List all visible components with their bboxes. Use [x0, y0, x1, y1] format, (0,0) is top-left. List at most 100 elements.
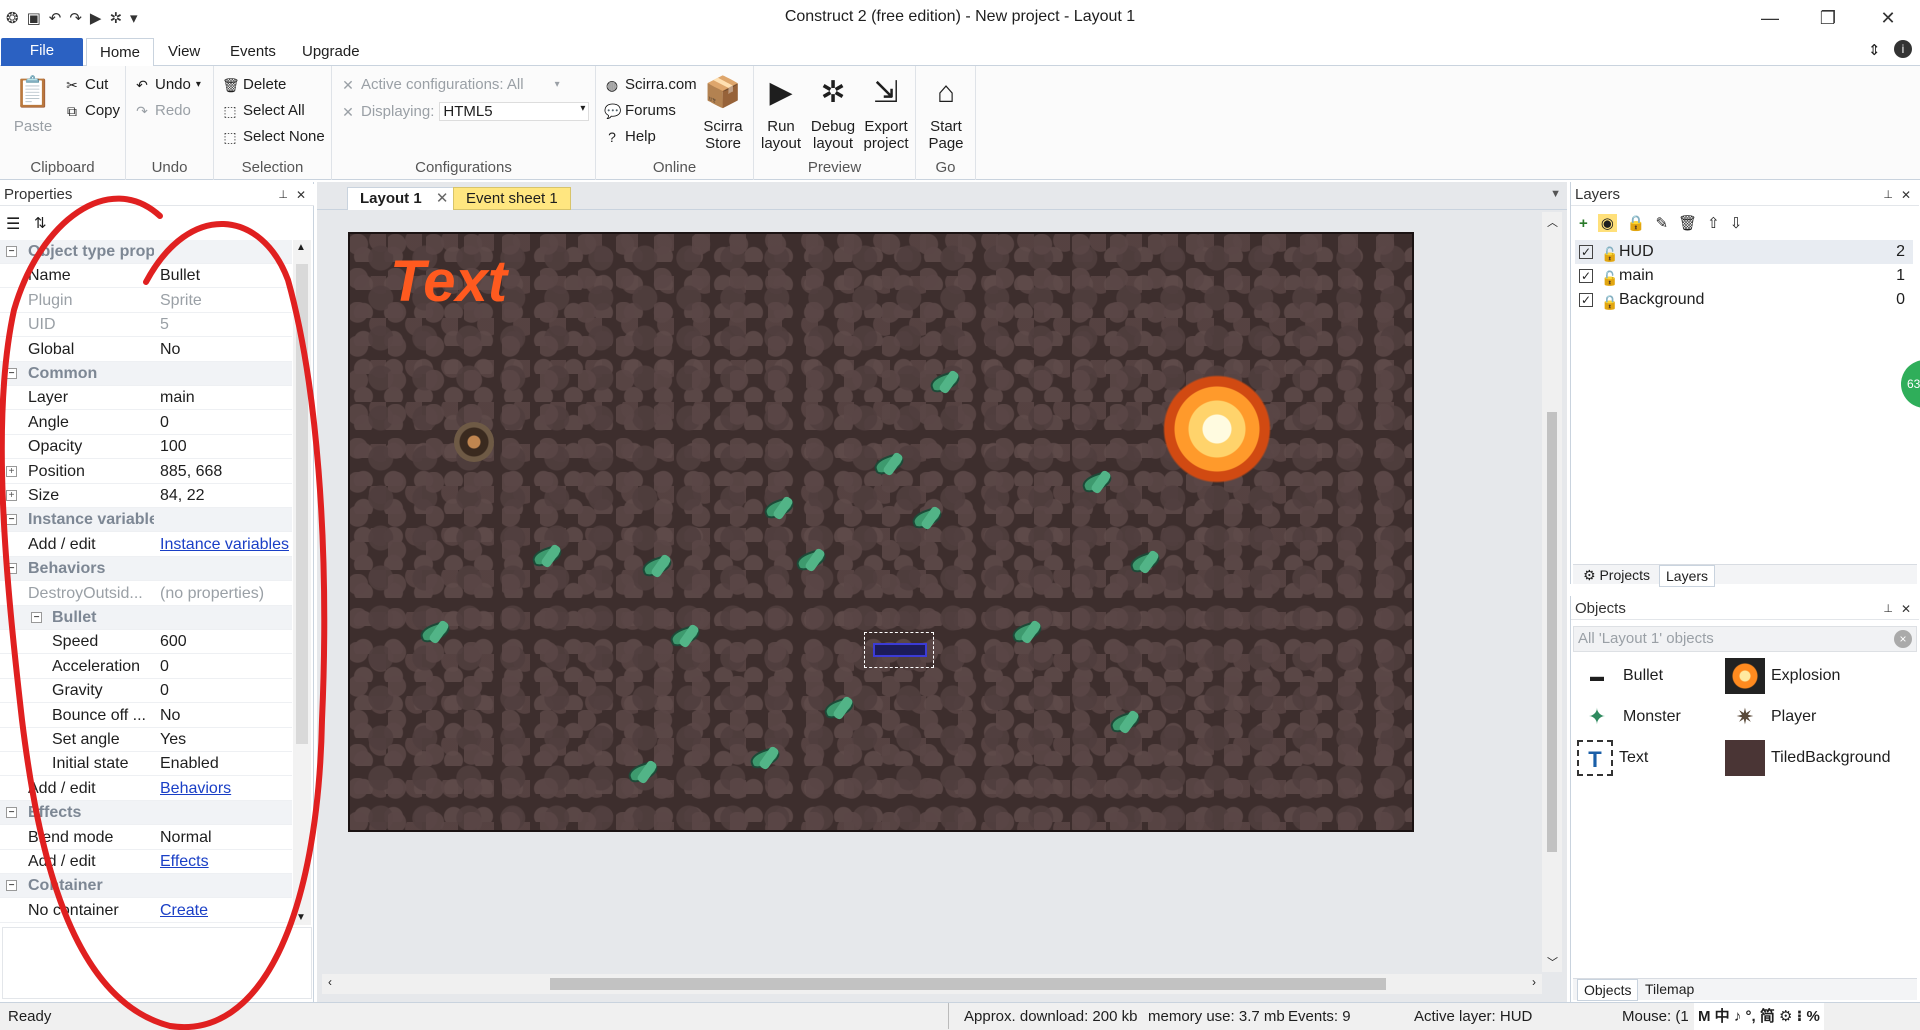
property-row[interactable]: Add / edit Behaviors	[0, 777, 292, 801]
ime-toolbar[interactable]: M 中 ♪ °, 简 ⚙ ⁝ %	[1694, 1003, 1824, 1030]
monster-sprite[interactable]	[1010, 620, 1046, 646]
locked-icon[interactable]: 🔒	[1601, 290, 1618, 314]
property-row[interactable]: Initial state Enabled	[0, 752, 292, 777]
tab-view[interactable]: View	[168, 43, 200, 60]
property-category[interactable]: −Object type properties	[0, 240, 292, 264]
property-row[interactable]: Add / edit Instance variables	[0, 533, 292, 557]
tab-layers[interactable]: Layers	[1659, 565, 1716, 587]
edit-icon[interactable]: ✎	[1656, 214, 1669, 232]
property-row[interactable]: + Size 84, 22	[0, 484, 292, 508]
text-object[interactable]: Text	[390, 248, 507, 315]
tab-file[interactable]: File	[1, 38, 83, 66]
scirra-link[interactable]: ◍ Scirra.com	[604, 76, 697, 93]
categorized-icon[interactable]: ☰	[6, 214, 20, 234]
layer-visible-checkbox[interactable]: ✓	[1579, 245, 1593, 259]
scroll-thumb[interactable]	[1547, 412, 1557, 852]
unlocked-icon[interactable]: 🔓	[1601, 266, 1618, 290]
monster-sprite[interactable]	[668, 624, 704, 650]
select-none-button[interactable]: ⬚ Select None	[222, 128, 324, 145]
active-configurations-dropdown[interactable]: ✕ Active configurations: All ▾	[340, 76, 560, 93]
layer-row[interactable]: ✓ 🔓 main 1	[1575, 264, 1913, 288]
delete-button[interactable]: 🗑 Delete	[222, 76, 286, 93]
scroll-thumb[interactable]	[296, 264, 308, 744]
lock-icon[interactable]: 🔒	[1627, 214, 1646, 232]
expand-icon[interactable]: +	[6, 465, 17, 477]
layer-visible-checkbox[interactable]: ✓	[1579, 269, 1593, 283]
layout-canvas[interactable]: Text	[348, 232, 1414, 832]
property-link[interactable]: Behaviors	[160, 777, 231, 801]
property-row[interactable]: Opacity 100	[0, 435, 292, 460]
cut-button[interactable]: ✂ Cut	[64, 76, 108, 93]
explosion-sprite[interactable]	[1162, 374, 1272, 484]
property-link[interactable]: Create	[160, 899, 208, 923]
objects-filter[interactable]: All 'Layout 1' objects ×	[1573, 626, 1917, 652]
property-row[interactable]: Bounce off ... No	[0, 704, 292, 728]
filter-clear-icon[interactable]: ×	[1894, 630, 1912, 648]
property-link[interactable]: Instance variables	[160, 533, 289, 557]
unlocked-icon[interactable]: 🔓	[1601, 242, 1618, 266]
monster-sprite[interactable]	[640, 554, 676, 580]
monster-sprite[interactable]	[910, 506, 946, 532]
start-page-button[interactable]: ⌂ Start Page	[920, 72, 972, 152]
property-row[interactable]: + Position 885, 668	[0, 460, 292, 484]
property-link[interactable]: Effects	[160, 850, 209, 874]
property-category[interactable]: − Instance variables	[0, 508, 292, 533]
property-row[interactable]: Blend mode Normal	[0, 826, 292, 850]
collapse-icon[interactable]: −	[6, 880, 17, 892]
object-item[interactable]: ▬ Bullet	[1577, 656, 1663, 696]
collapse-icon[interactable]: −	[6, 514, 17, 526]
property-row[interactable]: Speed 600	[0, 630, 292, 655]
pin-icon[interactable]: ⊥	[1883, 598, 1893, 620]
layer-visible-checkbox[interactable]: ✓	[1579, 293, 1593, 307]
monster-sprite[interactable]	[418, 620, 454, 646]
delete-layer-icon[interactable]: 🗑	[1678, 214, 1697, 232]
player-sprite[interactable]	[454, 422, 494, 462]
debug-layout-button[interactable]: ✲ Debug layout	[808, 72, 858, 152]
object-item[interactable]: ✦ Monster	[1577, 697, 1681, 737]
sort-alpha-icon[interactable]: ⇅	[34, 214, 47, 232]
add-layer-icon[interactable]: +	[1579, 215, 1588, 232]
monster-sprite[interactable]	[1128, 550, 1164, 576]
monster-sprite[interactable]	[1080, 470, 1116, 496]
property-category[interactable]: − Effects	[0, 801, 292, 826]
bullet-sprite[interactable]	[873, 643, 927, 657]
collapse-icon[interactable]: −	[6, 563, 17, 575]
move-up-icon[interactable]: ⇧	[1707, 214, 1720, 232]
object-item[interactable]: T Text	[1577, 738, 1648, 778]
scroll-down-arrow-icon[interactable]: ﹀	[1547, 954, 1558, 970]
export-project-button[interactable]: ⇲ Export project	[860, 72, 912, 152]
close-panel-icon[interactable]: ✕	[1901, 598, 1911, 620]
property-row[interactable]: Plugin Sprite	[0, 289, 292, 313]
tab-tilemap[interactable]: Tilemap	[1639, 979, 1700, 999]
close-tab-icon[interactable]: ✕	[436, 190, 449, 207]
property-row[interactable]: Angle 0	[0, 411, 292, 435]
collapse-icon[interactable]: −	[31, 612, 42, 623]
scroll-down-arrow-icon[interactable]: ▼	[296, 912, 306, 923]
tab-upgrade[interactable]: Upgrade	[302, 43, 360, 60]
move-down-icon[interactable]: ⇩	[1730, 214, 1743, 232]
monster-sprite[interactable]	[762, 496, 798, 522]
editor-vertical-scrollbar[interactable]: ︿ ﹀	[1542, 212, 1562, 972]
scroll-left-arrow-icon[interactable]: ‹	[328, 975, 332, 989]
pin-icon[interactable]: ⊥	[278, 184, 288, 206]
collapse-icon[interactable]: −	[6, 368, 17, 379]
tab-layout-1[interactable]: Layout 1 ✕	[347, 187, 462, 210]
tab-projects[interactable]: ⚙ Projects	[1577, 565, 1656, 585]
scroll-right-arrow-icon[interactable]: ›	[1532, 975, 1536, 989]
monster-sprite[interactable]	[1108, 710, 1144, 736]
bullet-selection-box[interactable]	[864, 632, 934, 668]
restore-button[interactable]: ❐	[1806, 4, 1850, 32]
property-row[interactable]: Set angle Yes	[0, 728, 292, 752]
monster-sprite[interactable]	[748, 746, 784, 772]
monster-sprite[interactable]	[794, 548, 830, 574]
scroll-thumb[interactable]	[550, 978, 1386, 990]
floating-badge[interactable]: 63	[1901, 360, 1920, 408]
close-button[interactable]: ✕	[1866, 4, 1910, 32]
tab-events[interactable]: Events	[230, 43, 276, 60]
property-row[interactable]: Name Bullet	[0, 264, 292, 289]
editor-horizontal-scrollbar[interactable]: ‹ ›	[322, 974, 1542, 994]
property-row[interactable]: DestroyOutsid... (no properties)	[0, 582, 292, 606]
property-category[interactable]: − Bullet	[0, 606, 292, 630]
scroll-up-arrow-icon[interactable]: ▲	[296, 242, 306, 253]
properties-scrollbar[interactable]: ▲ ▼	[293, 240, 311, 925]
